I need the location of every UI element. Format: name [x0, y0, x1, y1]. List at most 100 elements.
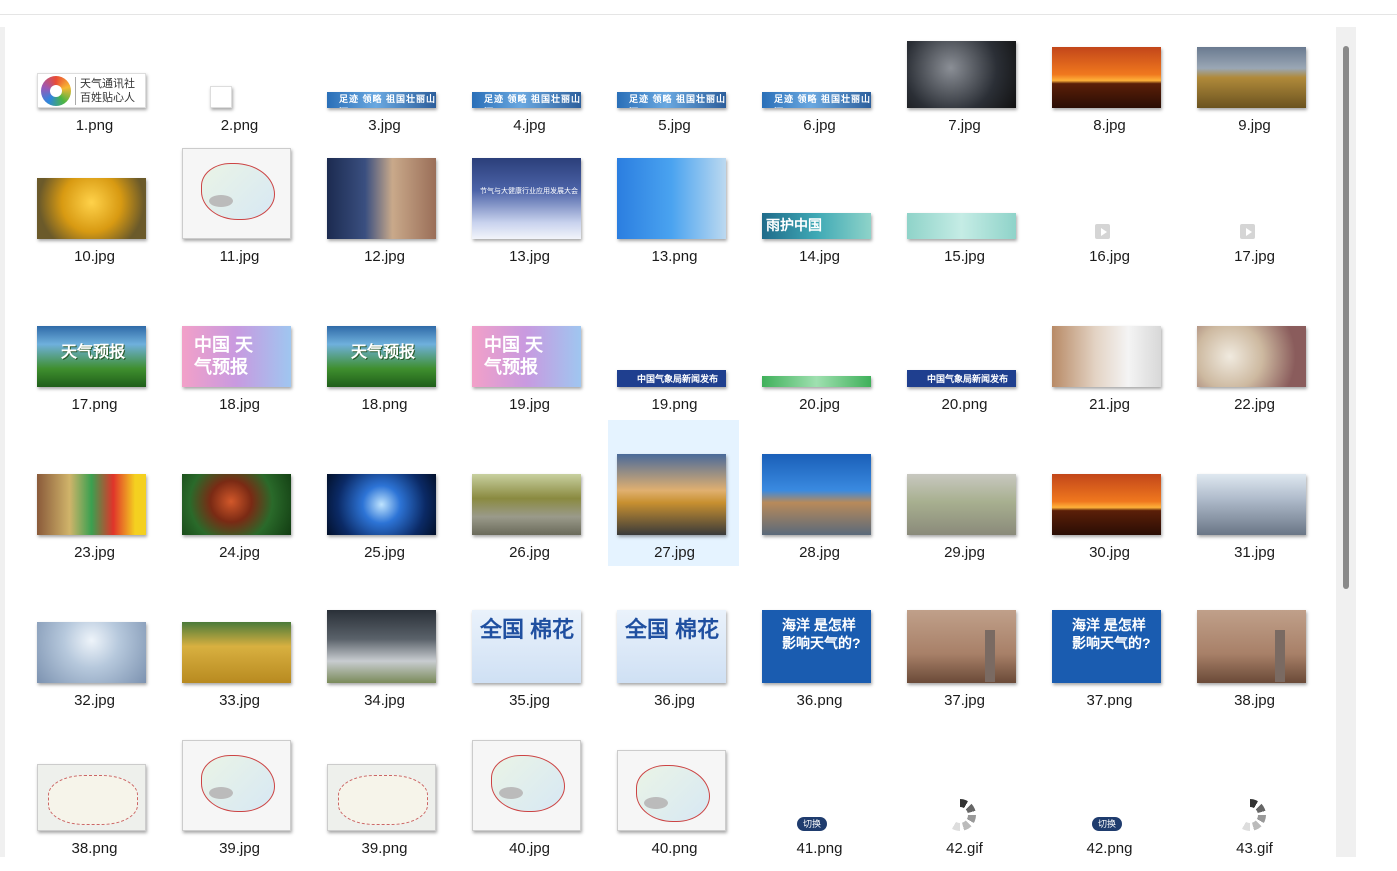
video-icon: [1240, 224, 1255, 239]
haze-photo-icon: [1197, 610, 1306, 683]
file-item[interactable]: 28.jpg: [747, 420, 878, 568]
file-name: 6.jpg: [803, 117, 836, 134]
file-name: 32.jpg: [74, 692, 115, 709]
video-icon: [1095, 224, 1110, 239]
file-item[interactable]: 29.jpg: [892, 420, 1023, 568]
scrollbar-thumb[interactable]: [1343, 46, 1349, 589]
forecast-card-icon: 天气预报: [37, 326, 146, 387]
file-item[interactable]: 23.jpg: [22, 420, 153, 568]
press-banner-icon: 中国气象局新闻发布会: [907, 370, 1016, 387]
street-photo-icon: [37, 474, 146, 535]
file-name: 12.jpg: [364, 248, 405, 265]
presenter-photo-icon: [617, 158, 726, 239]
file-item[interactable]: 切换 42.png: [1037, 716, 1168, 857]
file-item[interactable]: 31.jpg: [1182, 420, 1313, 568]
wetland-photo-icon: [1197, 47, 1306, 108]
file-item[interactable]: 30.jpg: [1037, 420, 1168, 568]
file-name: 28.jpg: [799, 544, 840, 561]
press-banner-icon: 中国气象局新闻发布会: [617, 370, 726, 387]
file-item[interactable]: 17.jpg: [1182, 148, 1313, 296]
file-item[interactable]: 16.jpg: [1037, 148, 1168, 296]
walk-photo-icon: [907, 474, 1016, 535]
file-item[interactable]: 12.jpg: [312, 148, 443, 296]
file-name: 19.png: [651, 396, 698, 413]
file-item[interactable]: 25.jpg: [312, 420, 443, 568]
file-name: 9.jpg: [1238, 117, 1271, 134]
file-row: 10.jpg 11.jpg 12.jpg 节气与大健康行业应用发展大会 13.j…: [22, 148, 1332, 298]
file-item[interactable]: 10.jpg: [22, 148, 153, 296]
file-item[interactable]: 43.gif: [1182, 716, 1313, 857]
file-item[interactable]: 39.jpg: [167, 716, 298, 857]
file-item[interactable]: 11.jpg: [167, 148, 298, 296]
file-item[interactable]: 37.jpg: [892, 568, 1023, 716]
forecast-card-icon: 中国 天气预报: [472, 326, 581, 387]
file-item[interactable]: 32.jpg: [22, 568, 153, 716]
forecast-card-icon: 天气预报: [327, 326, 436, 387]
satellite-photo-icon: [907, 41, 1016, 108]
file-item[interactable]: 40.jpg: [457, 716, 588, 857]
file-item[interactable]: 24.jpg: [167, 420, 298, 568]
file-item[interactable]: 切换 41.png: [747, 716, 878, 857]
umbrella-photo-icon: [1197, 474, 1306, 535]
file-item[interactable]: 节气与大健康行业应用发展大会 13.jpg: [457, 148, 588, 296]
sunset-photo-icon: [1052, 47, 1161, 108]
banner-image-icon: 雨护中国: [762, 213, 871, 239]
banner-image-icon: 足迹 领略 祖国壮丽山河: [327, 92, 436, 108]
file-name: 41.png: [796, 840, 843, 857]
ginkgo-photo-icon: [37, 178, 146, 239]
file-item[interactable]: 39.png: [312, 716, 443, 857]
file-item[interactable]: 海洋 是怎样影响天气的? 36.png: [747, 568, 878, 716]
file-item[interactable]: 34.jpg: [312, 568, 443, 716]
file-name: 40.jpg: [509, 840, 550, 857]
halo-photo-icon: [37, 622, 146, 683]
file-name: 42.png: [1086, 840, 1133, 857]
file-name: 19.jpg: [509, 396, 550, 413]
file-name: 23.jpg: [74, 544, 115, 561]
file-item[interactable]: 全国 棉花 35.jpg: [457, 568, 588, 716]
file-name: 15.jpg: [944, 248, 985, 265]
china-map-icon: [327, 764, 436, 831]
file-name: 29.jpg: [944, 544, 985, 561]
file-name: 33.jpg: [219, 692, 260, 709]
banner-image-icon: [907, 213, 1016, 239]
file-item[interactable]: 全国 棉花 36.jpg: [602, 568, 733, 716]
blank-image-icon: [210, 86, 232, 108]
temple-photo-icon: [617, 454, 726, 535]
file-item[interactable]: 雨护中国 14.jpg: [747, 148, 878, 296]
file-item[interactable]: 40.png: [602, 716, 733, 857]
file-name: 37.jpg: [944, 692, 985, 709]
weather-map-icon: [182, 740, 291, 831]
banner-image-icon: [762, 376, 871, 387]
banner-image-icon: 足迹 领略 祖国壮丽山河: [472, 92, 581, 108]
path-photo-icon: [472, 474, 581, 535]
switch-button-icon: 切换: [797, 817, 827, 831]
file-name: 18.jpg: [219, 396, 260, 413]
file-item[interactable]: 海洋 是怎样影响天气的? 37.png: [1037, 568, 1168, 716]
file-item[interactable]: 13.png: [602, 148, 733, 296]
file-item[interactable]: 42.gif: [892, 716, 1023, 857]
file-name: 43.gif: [1236, 840, 1273, 857]
file-item[interactable]: 15.jpg: [892, 148, 1023, 296]
file-item[interactable]: 38.jpg: [1182, 568, 1313, 716]
loading-spinner-icon: [1234, 799, 1266, 831]
file-name: 21.jpg: [1089, 396, 1130, 413]
file-name: 35.jpg: [509, 692, 550, 709]
file-item-selected[interactable]: 27.jpg: [608, 420, 739, 566]
garlic-photo-icon: [1197, 326, 1306, 387]
storm-photo-icon: [327, 610, 436, 683]
file-name: 1.png: [75, 117, 114, 134]
file-name: 3.jpg: [368, 117, 401, 134]
banner-image-icon: 足迹 领略 祖国壮丽山河: [617, 92, 726, 108]
file-name: 7.jpg: [948, 117, 981, 134]
cotton-card-icon: 全国 棉花: [617, 610, 726, 683]
file-name: 37.png: [1086, 692, 1133, 709]
china-map-icon: [617, 750, 726, 831]
sunset-photo-icon: [1052, 474, 1161, 535]
weather-map-icon: [472, 740, 581, 831]
file-item[interactable]: 38.png: [22, 716, 153, 857]
file-item[interactable]: 26.jpg: [457, 420, 588, 568]
fruit-photo-icon: [182, 474, 291, 535]
switch-button-icon: 切换: [1092, 817, 1122, 831]
file-item[interactable]: 33.jpg: [167, 568, 298, 716]
left-border: [0, 27, 5, 857]
